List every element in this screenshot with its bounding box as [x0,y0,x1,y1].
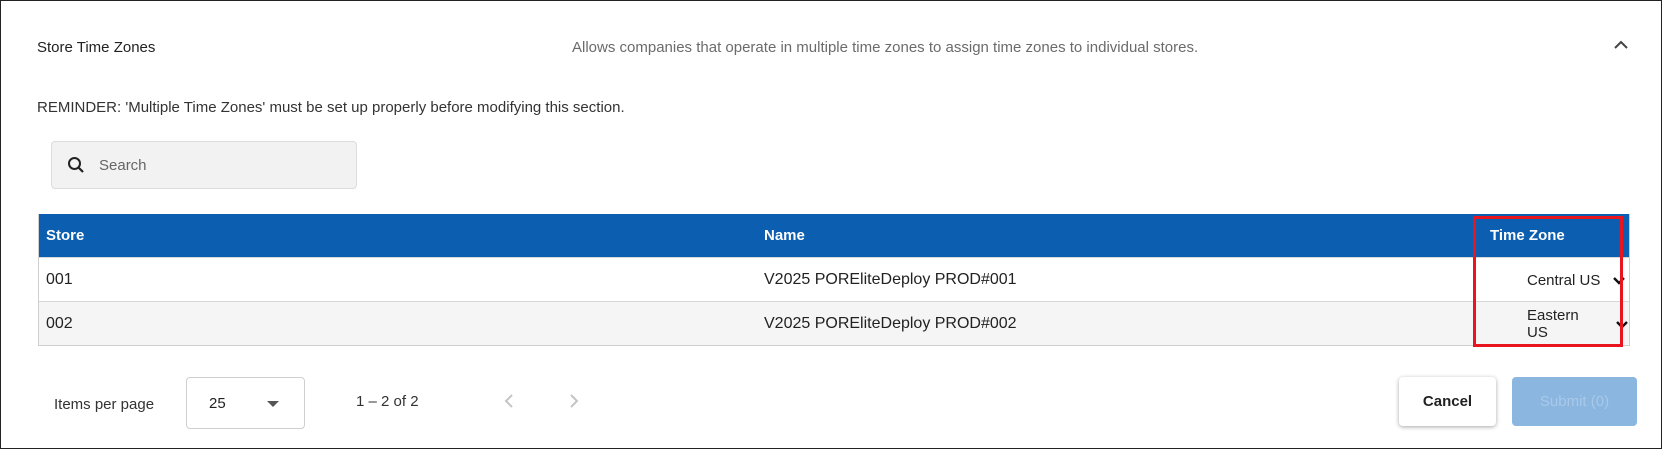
pagination-range: 1 – 2 of 2 [356,393,419,410]
next-page-button[interactable] [562,389,586,413]
search-field[interactable] [51,141,357,189]
chevron-left-icon [504,393,514,409]
previous-page-button[interactable] [497,389,521,413]
section-title: Store Time Zones [37,39,156,56]
time-zone-value: Central US [1527,271,1601,289]
time-zone-select[interactable]: Central US [1527,267,1626,293]
name-cell: V2025 POREliteDeploy PROD#002 [764,315,1017,332]
table-row: 002 V2025 POREliteDeploy PROD#002 Easter… [39,301,1629,345]
column-header-store[interactable]: Store [46,227,84,244]
items-per-page-select[interactable]: 25 [186,377,305,429]
reminder-text: REMINDER: 'Multiple Time Zones' must be … [37,99,625,116]
collapse-button[interactable] [1607,31,1635,59]
column-header-name[interactable]: Name [764,227,805,244]
table-header: Store Name Time Zone [39,214,1629,257]
items-per-page-label: Items per page [54,396,155,413]
time-zone-value: Eastern US [1527,307,1579,341]
search-icon [67,156,85,174]
chevron-down-icon [1615,317,1629,331]
table-row: 001 V2025 POREliteDeploy PROD#001 Centra… [39,257,1629,301]
store-time-zone-table: Store Name Time Zone 001 V2025 POREliteD… [38,214,1630,346]
column-header-time-zone[interactable]: Time Zone [1490,227,1565,244]
search-input[interactable] [97,155,341,175]
store-cell: 002 [46,315,73,332]
section-description: Allows companies that operate in multipl… [572,39,1199,56]
chevron-up-icon [1613,40,1629,50]
chevron-down-icon [1612,273,1626,287]
time-zone-select[interactable]: Eastern US [1527,307,1629,341]
caret-down-icon [267,401,279,407]
cancel-button[interactable]: Cancel [1399,377,1496,426]
submit-button[interactable]: Submit (0) [1512,377,1637,426]
store-cell: 001 [46,271,73,288]
chevron-right-icon [569,393,579,409]
store-time-zones-panel: Store Time Zones Allows companies that o… [0,0,1662,449]
items-per-page-value: 25 [209,395,226,412]
name-cell: V2025 POREliteDeploy PROD#001 [764,271,1017,288]
